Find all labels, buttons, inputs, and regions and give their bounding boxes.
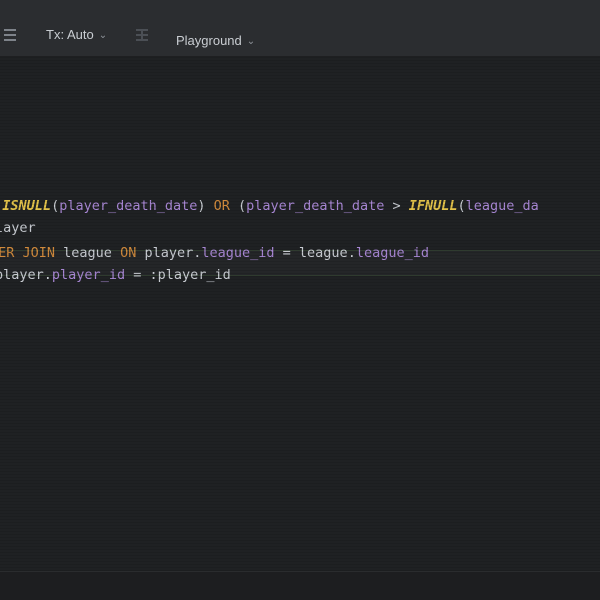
toolbar: Tx: Auto ⌄ Playground ⌄ — [0, 0, 600, 57]
code-token: > — [384, 198, 409, 214]
chevron-down-icon: ⌄ — [98, 30, 108, 41]
code-token: OR — [213, 198, 230, 214]
code-token: ( — [51, 198, 60, 214]
code-editor[interactable]: ((ISNULL(player_death_date) OR (player_d… — [0, 57, 600, 600]
transaction-mode-dropdown[interactable]: Tx: Auto ⌄ — [46, 26, 107, 46]
code-token: ) — [197, 198, 214, 214]
code-token: league_id — [355, 245, 429, 261]
code-token: player_id — [51, 267, 126, 283]
code-token: ISNULL — [2, 198, 52, 214]
menu-icon[interactable] — [4, 29, 16, 41]
code-token: player — [136, 245, 194, 261]
code-token: player — [0, 267, 44, 283]
code-token: . — [43, 267, 52, 283]
code-line[interactable]: NER JOIN league ON player.league_id = le… — [0, 242, 429, 264]
code-token: ON — [120, 245, 137, 261]
code-token: = :player_id — [125, 267, 231, 283]
table-icon[interactable] — [136, 29, 148, 41]
code-token: player_death_date — [59, 198, 198, 214]
code-token: player_death_date — [246, 198, 385, 214]
code-line[interactable]: ((ISNULL(player_death_date) OR (player_d… — [0, 195, 539, 217]
code-token: league — [55, 245, 121, 261]
transaction-mode-label: Tx: Auto — [46, 27, 94, 42]
code-token: league_id — [201, 245, 275, 261]
code-token: layer — [0, 220, 36, 236]
code-token: IFNULL — [408, 198, 458, 214]
chevron-down-icon: ⌄ — [246, 36, 256, 47]
schema-dropdown[interactable]: Playground ⌄ — [176, 32, 255, 52]
code-line[interactable]: layer — [0, 217, 36, 239]
screen-overlay — [0, 57, 600, 600]
code-token: = league — [274, 245, 348, 261]
status-bar — [0, 571, 600, 600]
code-token: league_da — [465, 198, 539, 214]
code-token: . — [347, 245, 356, 261]
code-line[interactable]: player.player_id = :player_id — [0, 264, 231, 286]
code-token: ( — [457, 198, 466, 214]
code-token: NER JOIN — [0, 245, 56, 261]
schema-label: Playground — [176, 33, 242, 48]
code-token: ( — [229, 198, 247, 214]
